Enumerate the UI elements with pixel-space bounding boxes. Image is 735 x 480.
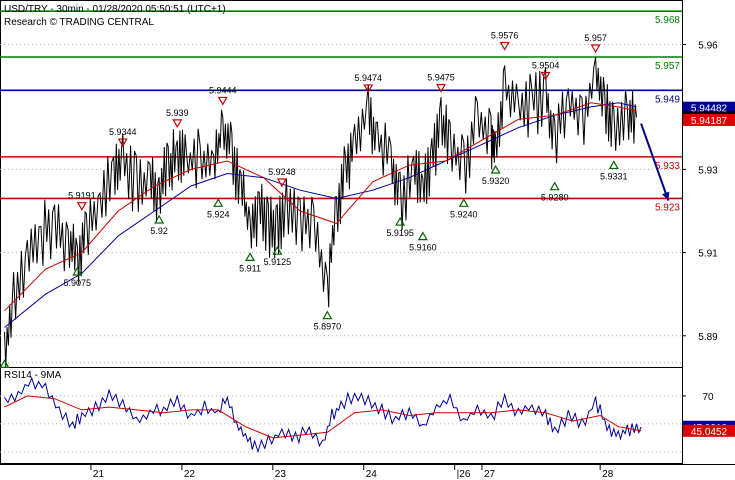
price-tick-label: 5.91 <box>698 249 718 260</box>
resistance-value-label: 5.9444 <box>209 85 237 95</box>
time-tick-label: 22 <box>184 469 196 480</box>
support-value-label: 5.924 <box>207 209 230 219</box>
support-value-label: 5.9331 <box>600 171 628 181</box>
support-value-label: 5.9280 <box>541 193 569 203</box>
resistance-value-label: 5.9191 <box>68 191 96 201</box>
support-value-label: 5.8970 <box>314 322 342 332</box>
price-tag-label: 5.94187 <box>691 116 728 127</box>
time-tick-label: 23 <box>275 469 287 480</box>
time-tick-label: 27 <box>484 469 496 480</box>
rsi-label: RSI14 - 9MA <box>4 370 62 381</box>
resistance-value-label: 5.939 <box>166 108 189 118</box>
support-value-label: 5.9320 <box>482 176 510 186</box>
support-value-label: 5.9125 <box>264 257 292 267</box>
resistance-value-label: 5.957 <box>584 33 607 43</box>
chart-canvas: 5.968 5.957 5.949 5.933 5.923 5.9191 5.9344 5.… <box>0 0 735 480</box>
support-value-label: 5.9160 <box>409 243 437 253</box>
chart-title: USD/TRY - 30min - 01/28/2020 05:50:51 (U… <box>4 4 226 15</box>
time-tick-label: 21 <box>93 469 105 480</box>
resistance-value-label: 5.9344 <box>109 127 137 137</box>
price-tick-label: 5.89 <box>698 332 718 343</box>
resistance-value-label: 5.9248 <box>268 167 296 177</box>
support-value-label: 5.9075 <box>64 278 92 288</box>
rsi-tick-label: 70 <box>702 392 714 403</box>
time-tick-label: 28 <box>602 469 614 480</box>
resistance-value-label: 5.9576 <box>491 31 519 41</box>
time-tick-label: |26 <box>457 469 471 480</box>
level-label: 5.957 <box>655 61 680 72</box>
support-value-label: 5.911 <box>239 263 261 273</box>
support-value-label: 5.9195 <box>386 228 414 238</box>
level-label: 5.933 <box>655 161 680 172</box>
support-value-label: 5.92 <box>150 226 168 236</box>
resistance-value-label: 5.9475 <box>427 73 455 83</box>
level-label: 5.923 <box>655 202 680 213</box>
price-tick-label: 5.96 <box>698 41 718 52</box>
level-label: 5.968 <box>655 15 680 26</box>
support-value-label: 5.9240 <box>450 209 478 219</box>
chart-subtitle: Research © TRADING CENTRAL <box>4 17 154 28</box>
price-tick-label: 5.93 <box>698 165 718 176</box>
rsi-tag-label: 45.0452 <box>691 427 728 438</box>
time-tick-label: 24 <box>366 469 378 480</box>
level-label: 5.949 <box>655 94 680 105</box>
resistance-value-label: 5.9474 <box>355 73 383 83</box>
resistance-value-label: 5.9504 <box>532 60 560 70</box>
